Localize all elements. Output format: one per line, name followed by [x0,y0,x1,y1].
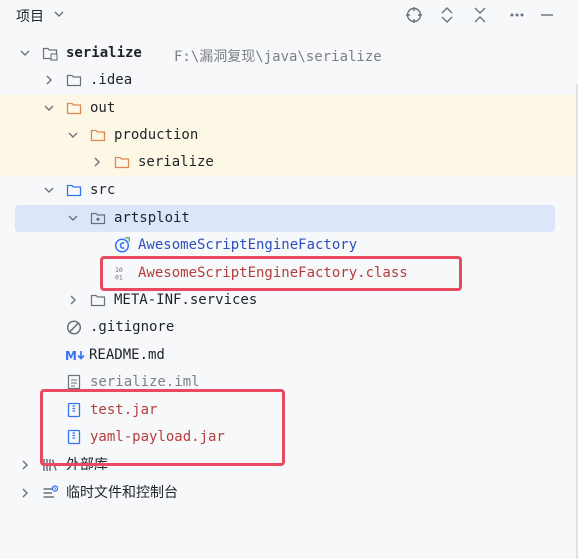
tree-label-root: serialize [66,45,142,61]
tree-row-artsploit[interactable]: artsploit [15,205,555,232]
excluded-folder-icon [66,102,82,115]
chevron-right-icon[interactable] [66,293,80,307]
excluded-folder-icon [90,129,106,142]
tree-label-artsploit: artsploit [114,210,190,226]
tree-label-meta-inf: META-INF.services [114,292,258,308]
tree-row-factory-java[interactable]: AwesomeScriptEngineFactory [0,232,578,259]
module-file-icon [67,374,81,390]
folder-icon [66,74,82,87]
package-icon [90,212,106,225]
tree-row-root[interactable]: serialize F:\漏洞复现\java\serialize [0,40,578,67]
annotation-box-class-file [100,256,462,291]
project-panel-header: 项目 [0,0,578,32]
locate-icon[interactable] [405,6,423,24]
tree-row-meta-inf[interactable]: META-INF.services [0,287,578,314]
java-class-icon [114,237,130,253]
tree-label-production: production [114,127,199,143]
tree-row-readme[interactable]: M README.md [0,342,578,369]
root-path: F:\漏洞复现\java\serialize [174,49,382,65]
chevron-down-icon[interactable] [42,101,56,115]
module-folder-icon [42,47,58,61]
source-folder-icon [66,184,82,197]
tree-row-production-serialize[interactable]: serialize [0,149,578,176]
tree-label-gitignore: .gitignore [90,319,175,335]
tree-row-out[interactable]: out [0,95,578,122]
tree-label-idea: .idea [90,72,133,88]
panel-title[interactable]: 项目 [16,6,44,26]
chevron-right-icon[interactable] [18,458,32,472]
tree-label-production-serialize: serialize [138,154,214,170]
markdown-icon: M [65,349,85,363]
expand-all-icon[interactable] [438,6,456,24]
tree-label-scratches: 临时文件和控制台 [66,485,178,501]
annotation-box-jar-files [40,389,285,466]
chevron-down-icon[interactable] [66,211,80,225]
options-icon[interactable] [508,6,526,24]
gitignore-icon [66,320,82,335]
tree-label-factory-java: AwesomeScriptEngineFactory [138,237,358,253]
chevron-right-icon[interactable] [18,486,32,500]
chevron-right-icon[interactable] [90,155,104,169]
scratches-icon [43,485,58,498]
chevron-down-icon[interactable] [42,183,56,197]
tree-label-out: out [90,100,116,116]
tree-row-scratches[interactable]: 临时文件和控制台 [0,480,578,507]
excluded-folder-icon [114,156,130,169]
chevron-down-icon[interactable] [52,7,66,21]
chevron-down-icon[interactable] [18,46,32,60]
tree-row-production[interactable]: production [0,122,578,149]
chevron-down-icon[interactable] [66,128,80,142]
tree-row-idea[interactable]: .idea [0,67,578,94]
tree-row-gitignore[interactable]: .gitignore [0,314,578,341]
folder-icon [90,294,106,307]
svg-text:M: M [65,349,77,363]
collapse-all-icon[interactable] [471,6,489,24]
tree-row-src[interactable]: src [0,177,578,204]
tree-label-readme: README.md [89,347,165,363]
tree-label-src: src [90,182,116,198]
minimize-icon[interactable] [538,6,556,24]
chevron-right-icon[interactable] [42,73,56,87]
